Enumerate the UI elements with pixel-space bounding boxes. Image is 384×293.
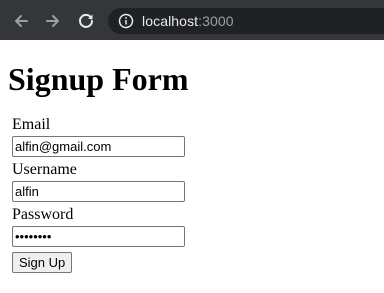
- back-arrow-icon: [15, 15, 28, 27]
- email-field[interactable]: [12, 136, 185, 157]
- email-label: Email: [12, 116, 51, 133]
- page-title: Signup Form: [8, 61, 189, 97]
- username-label: Username: [12, 161, 77, 178]
- password-field[interactable]: [12, 226, 185, 247]
- info-icon[interactable]: [118, 13, 134, 29]
- browser-toolbar: localhost:3000: [0, 0, 384, 40]
- page-content: Signup Form Email Username Password Sign…: [8, 40, 384, 273]
- reload-button[interactable]: [75, 10, 97, 32]
- forward-arrow-icon: [46, 15, 59, 27]
- signup-form: Email Username Password Sign Up: [12, 116, 384, 273]
- url-text: localhost:3000: [142, 13, 234, 29]
- sign-up-button[interactable]: Sign Up: [12, 252, 73, 273]
- url-host: localhost: [142, 13, 199, 29]
- username-field[interactable]: [12, 181, 185, 202]
- password-label: Password: [12, 206, 74, 223]
- forward-button[interactable]: [42, 10, 64, 32]
- back-button[interactable]: [10, 10, 32, 32]
- address-bar[interactable]: localhost:3000: [108, 8, 384, 34]
- reload-icon: [79, 13, 93, 28]
- url-port: :3000: [198, 13, 234, 29]
